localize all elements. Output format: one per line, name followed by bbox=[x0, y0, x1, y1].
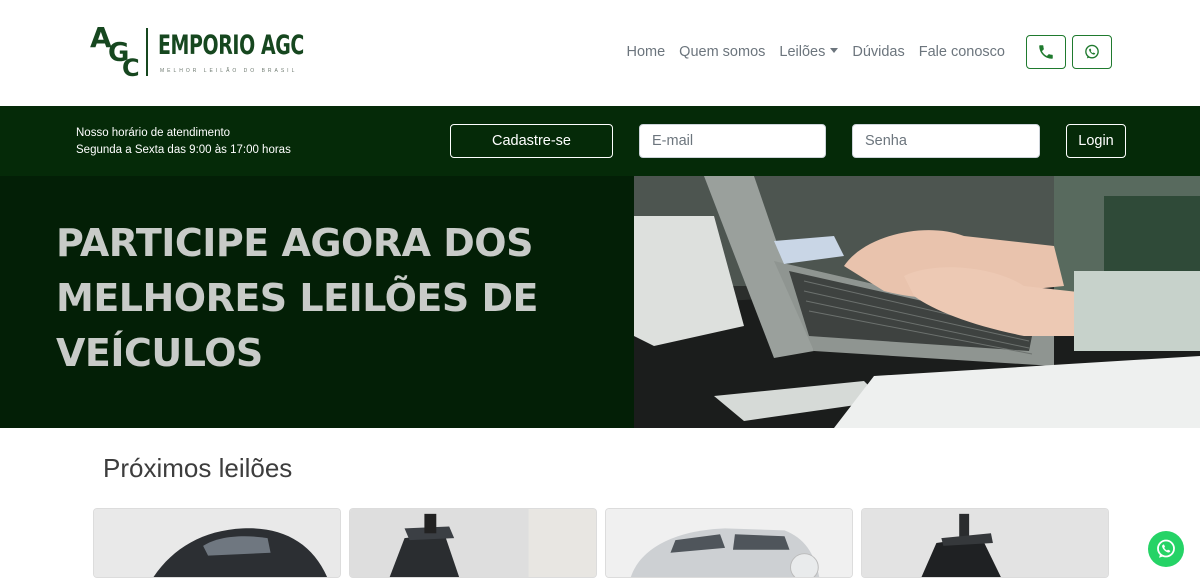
password-field[interactable]: Senha bbox=[852, 124, 1040, 158]
hero-text-panel: PARTICIPE AGORA DOS MELHORES LEILÕES DE … bbox=[0, 176, 634, 428]
motorcycle-image bbox=[862, 509, 1108, 577]
whatsapp-button[interactable] bbox=[1072, 35, 1112, 69]
auction-card[interactable] bbox=[605, 508, 853, 578]
site-logo[interactable]: A G C EMPORIO AGC MELHOR LEILÃO DO BRASI… bbox=[88, 22, 318, 84]
nav-item-leiloes-label: Leilões bbox=[779, 44, 826, 60]
hours-line-2: Segunda a Sexta das 9:00 às 17:00 horas bbox=[76, 144, 291, 156]
nav-item-duvidas[interactable]: Dúvidas bbox=[845, 44, 911, 60]
logo-tagline: MELHOR LEILÃO DO BRASIL bbox=[160, 68, 298, 74]
nav-item-quem-somos[interactable]: Quem somos bbox=[672, 44, 772, 60]
whatsapp-icon bbox=[1157, 539, 1175, 558]
motorcycle-image bbox=[350, 509, 596, 577]
logo-divider bbox=[146, 28, 148, 76]
hero-banner: PARTICIPE AGORA DOS MELHORES LEILÕES DE … bbox=[0, 176, 1200, 428]
nav-item-fale-conosco[interactable]: Fale conosco bbox=[912, 44, 1012, 60]
nav-item-leiloes[interactable]: Leilões bbox=[772, 44, 845, 60]
logo-name: EMPORIO AGC bbox=[158, 30, 304, 61]
main-nav: Home Quem somos Leilões Dúvidas Fale con… bbox=[619, 44, 1012, 60]
chevron-down-icon bbox=[830, 47, 839, 53]
auction-card[interactable] bbox=[349, 508, 597, 578]
auction-card[interactable] bbox=[93, 508, 341, 578]
suv-image bbox=[606, 509, 852, 577]
register-button[interactable]: Cadastre-se bbox=[450, 124, 613, 158]
upcoming-auctions-title: Próximos leilões bbox=[103, 453, 293, 483]
phone-button[interactable] bbox=[1026, 35, 1066, 69]
whatsapp-icon bbox=[1085, 44, 1099, 59]
email-field[interactable]: E-mail bbox=[639, 124, 826, 158]
phone-icon bbox=[1039, 45, 1053, 59]
business-hours: Nosso horário de atendimento Segunda a S… bbox=[76, 125, 291, 159]
nav-item-home[interactable]: Home bbox=[619, 44, 672, 60]
logo-mark-c: C bbox=[122, 54, 140, 82]
hero-image bbox=[634, 176, 1200, 428]
laptop-typing-image bbox=[634, 176, 1200, 428]
hours-line-1: Nosso horário de atendimento bbox=[76, 127, 231, 139]
login-button[interactable]: Login bbox=[1066, 124, 1126, 158]
hero-title: PARTICIPE AGORA DOS MELHORES LEILÕES DE … bbox=[56, 221, 538, 375]
auction-cards bbox=[93, 508, 1113, 578]
auction-card[interactable] bbox=[861, 508, 1109, 578]
site-header: A G C EMPORIO AGC MELHOR LEILÃO DO BRASI… bbox=[0, 0, 1200, 106]
car-image bbox=[94, 509, 340, 577]
floating-whatsapp-button[interactable] bbox=[1148, 531, 1184, 567]
